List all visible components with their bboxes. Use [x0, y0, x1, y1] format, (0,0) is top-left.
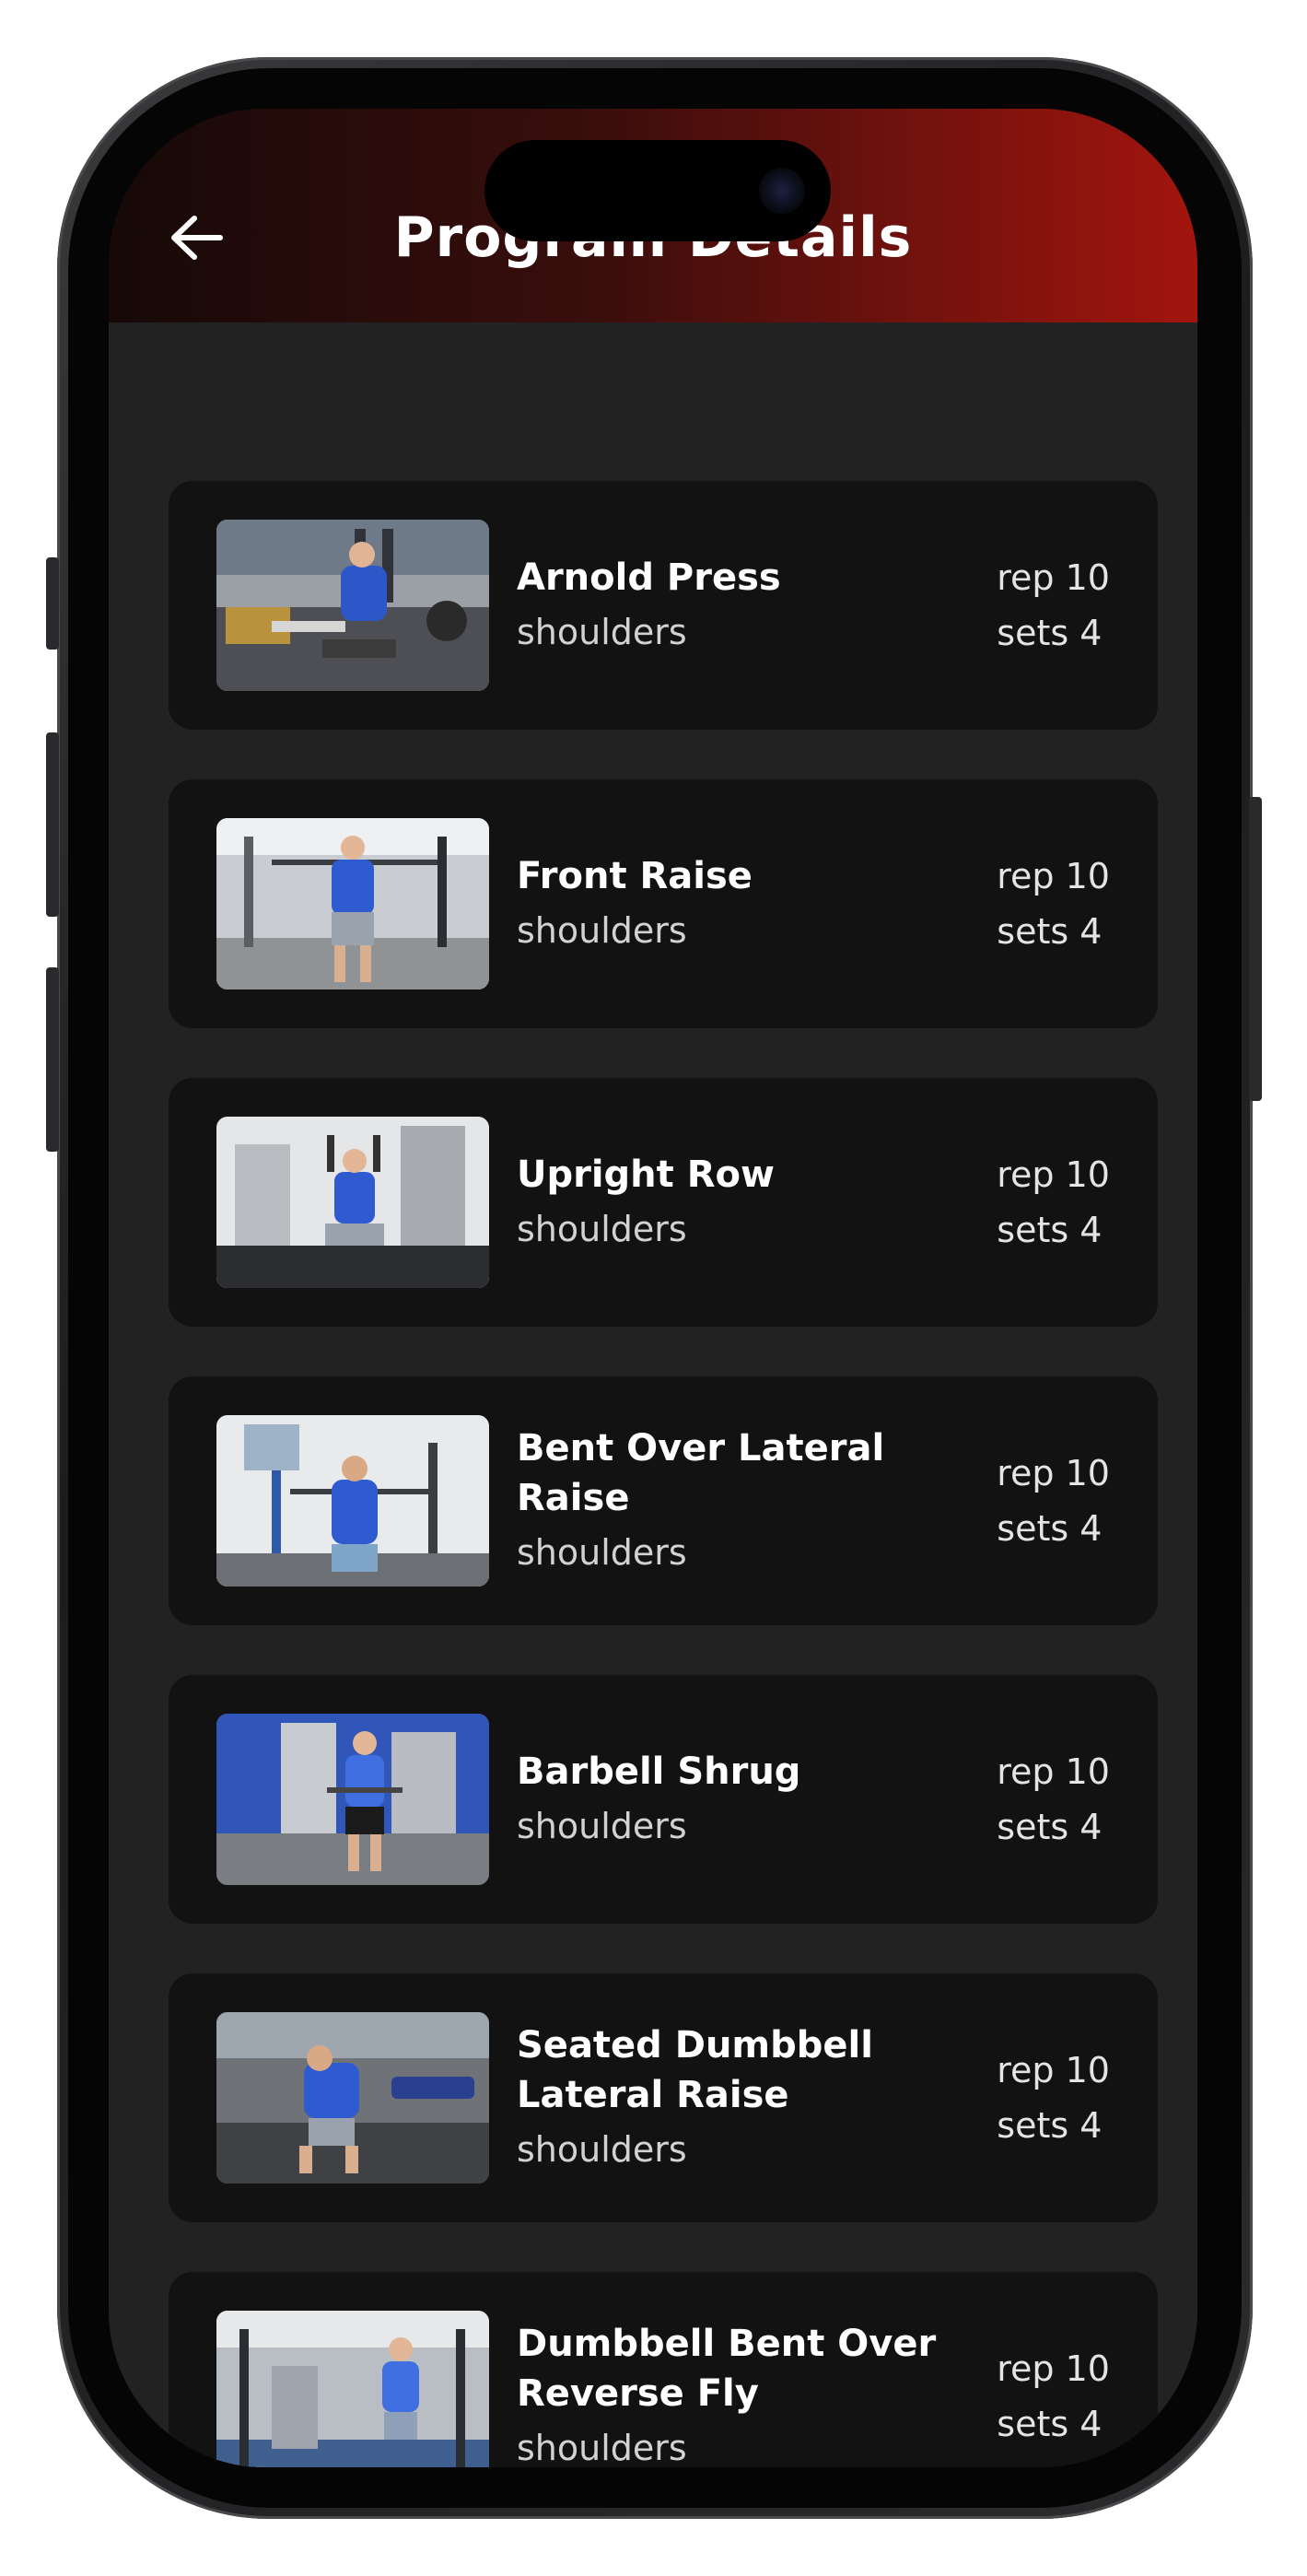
exercise-thumbnail [216, 1415, 489, 1587]
exercise-stats: rep 10 sets 4 [997, 1973, 1110, 2222]
exercise-muscle-group: shoulders [517, 1806, 687, 1846]
exercise-sets: sets 4 [997, 2404, 1103, 2444]
exercise-sets: sets 4 [997, 2105, 1103, 2146]
exercise-sets: sets 4 [997, 911, 1103, 952]
exercise-name: Barbell Shrug [517, 1751, 801, 1793]
exercise-info: Front Raise shoulders [517, 779, 950, 1028]
exercise-card[interactable]: Barbell Shrug shoulders rep 10 sets 4 [169, 1675, 1158, 1924]
exercise-info: Upright Row shoulders [517, 1078, 950, 1327]
volume-down-button [46, 967, 59, 1152]
exercise-info: Arnold Press shoulders [517, 481, 950, 730]
exercise-muscle-group: shoulders [517, 2129, 687, 2170]
exercise-card[interactable]: Front Raise shoulders rep 10 sets 4 [169, 779, 1158, 1028]
exercise-card[interactable]: Bent Over Lateral Raise shoulders rep 10… [169, 1376, 1158, 1625]
exercise-stats: rep 10 sets 4 [997, 779, 1110, 1028]
exercise-stats: rep 10 sets 4 [997, 1376, 1110, 1625]
exercise-reps: rep 10 [997, 856, 1110, 896]
exercise-stats: rep 10 sets 4 [997, 1078, 1110, 1327]
exercise-thumbnail [216, 2311, 489, 2467]
exercise-sets: sets 4 [997, 1807, 1103, 1847]
exercise-stats: rep 10 sets 4 [997, 1675, 1110, 1924]
power-button [1249, 797, 1262, 1101]
front-camera [759, 168, 805, 214]
exercise-card[interactable]: Upright Row shoulders rep 10 sets 4 [169, 1078, 1158, 1327]
dynamic-island [484, 140, 831, 241]
exercise-thumbnail [216, 1714, 489, 1885]
exercise-list[interactable]: Arnold Press shoulders rep 10 sets 4 Fro… [109, 322, 1197, 2467]
exercise-thumbnail [216, 2012, 489, 2184]
exercise-muscle-group: shoulders [517, 1532, 687, 1573]
app-screen: Program Details [109, 109, 1197, 2467]
exercise-name: Upright Row [517, 1153, 775, 1196]
exercise-info: Seated Dumbbell Lateral Raise shoulders [517, 1973, 950, 2222]
exercise-card[interactable]: Dumbbell Bent Over Reverse Fly shoulders… [169, 2272, 1158, 2467]
exercise-name: Bent Over Lateral Raise [517, 1427, 885, 1519]
action-button [46, 557, 59, 650]
exercise-name: Seated Dumbbell Lateral Raise [517, 2024, 873, 2116]
exercise-sets: sets 4 [997, 1508, 1103, 1549]
exercise-sets: sets 4 [997, 613, 1103, 653]
exercise-reps: rep 10 [997, 1154, 1110, 1195]
exercise-sets: sets 4 [997, 1210, 1103, 1250]
exercise-card[interactable]: Arnold Press shoulders rep 10 sets 4 [169, 481, 1158, 730]
exercise-name: Front Raise [517, 855, 753, 897]
exercise-info: Dumbbell Bent Over Reverse Fly shoulders [517, 2272, 950, 2467]
exercise-reps: rep 10 [997, 1751, 1110, 1792]
exercise-reps: rep 10 [997, 557, 1110, 598]
exercise-muscle-group: shoulders [517, 1209, 687, 1249]
exercise-stats: rep 10 sets 4 [997, 481, 1110, 730]
exercise-reps: rep 10 [997, 1453, 1110, 1493]
exercise-card[interactable]: Seated Dumbbell Lateral Raise shoulders … [169, 1973, 1158, 2222]
exercise-info: Bent Over Lateral Raise shoulders [517, 1376, 950, 1625]
exercise-thumbnail [216, 1117, 489, 1288]
exercise-info: Barbell Shrug shoulders [517, 1675, 950, 1924]
exercise-reps: rep 10 [997, 2050, 1110, 2090]
exercise-name: Arnold Press [517, 556, 781, 599]
volume-up-button [46, 732, 59, 917]
exercise-thumbnail [216, 818, 489, 989]
exercise-muscle-group: shoulders [517, 2428, 687, 2467]
exercise-name: Dumbbell Bent Over Reverse Fly [517, 2323, 937, 2415]
exercise-thumbnail [216, 520, 489, 691]
exercise-muscle-group: shoulders [517, 910, 687, 951]
exercise-reps: rep 10 [997, 2348, 1110, 2389]
exercise-muscle-group: shoulders [517, 612, 687, 652]
exercise-stats: rep 10 sets 4 [997, 2272, 1110, 2467]
